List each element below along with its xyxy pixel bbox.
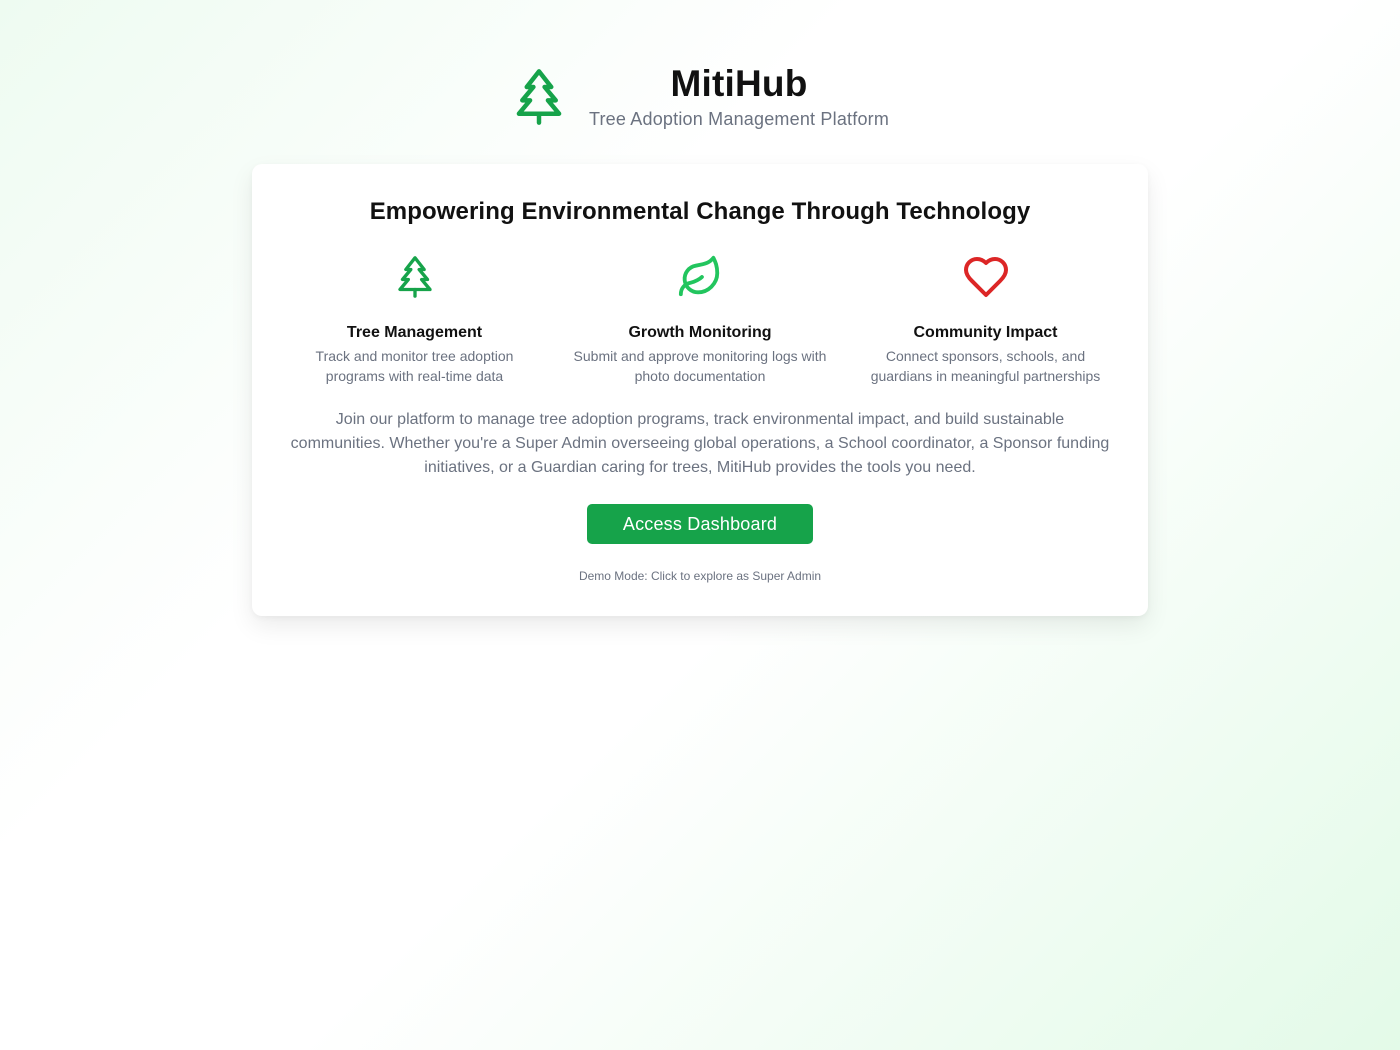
heart-icon — [961, 252, 1011, 302]
feature-description: Connect sponsors, schools, and guardians… — [870, 348, 1101, 384]
feature-title: Community Impact — [913, 324, 1058, 341]
feature-description: Submit and approve monitoring logs with … — [573, 348, 827, 384]
welcome-card: Empowering Environmental Change Through … — [252, 164, 1148, 616]
brand-header: MitiHub Tree Adoption Management Platfor… — [0, 62, 1400, 131]
app-title: MitiHub — [670, 63, 808, 104]
intro-paragraph: Join our platform to manage tree adoptio… — [290, 411, 1110, 476]
demo-mode-note: Demo Mode: Click to explore as Super Adm… — [578, 569, 822, 583]
feature-tree-management: Tree Management Track and monitor tree a… — [272, 252, 557, 386]
brand-text: MitiHub Tree Adoption Management Platfor… — [589, 62, 889, 131]
access-dashboard-button[interactable]: Access Dashboard — [587, 504, 813, 544]
feature-list: Tree Management Track and monitor tree a… — [272, 252, 1128, 386]
tree-pine-icon — [390, 252, 440, 302]
tree-pine-icon — [511, 67, 567, 127]
feature-title: Tree Management — [346, 324, 483, 341]
leaf-icon — [675, 252, 725, 302]
feature-description: Track and monitor tree adoption programs… — [315, 348, 514, 384]
feature-growth-monitoring: Growth Monitoring Submit and approve mon… — [558, 252, 843, 386]
feature-title: Growth Monitoring — [628, 324, 772, 341]
feature-community-impact: Community Impact Connect sponsors, schoo… — [843, 252, 1128, 386]
app-subtitle: Tree Adoption Management Platform — [588, 109, 890, 129]
brand-lockup: MitiHub Tree Adoption Management Platfor… — [511, 62, 889, 131]
card-heading: Empowering Environmental Change Through … — [369, 198, 1031, 225]
